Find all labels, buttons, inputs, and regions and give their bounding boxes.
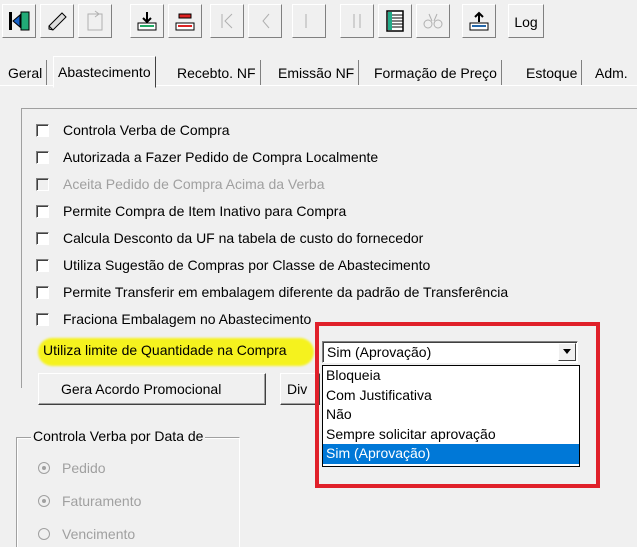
option-label: Fraciona Embalagem no Abastecimento xyxy=(63,311,312,327)
grid-icon xyxy=(386,10,404,32)
new-icon xyxy=(87,10,103,31)
radio-faturamento: Faturamento xyxy=(38,493,141,509)
option-label: Aceita Pedido de Compra Acima da Verba xyxy=(63,176,325,192)
option-label: Permite Compra de Item Inativo para Comp… xyxy=(63,203,347,219)
tab-recebto-nf[interactable]: Recebto. NF xyxy=(173,60,261,86)
last-icon xyxy=(353,14,361,28)
option-label: Permite Transferir em embalagem diferent… xyxy=(63,284,509,300)
checkbox[interactable] xyxy=(36,204,49,218)
checkbox[interactable] xyxy=(36,123,49,137)
option-label: Controla Verba de Compra xyxy=(63,122,230,138)
option-item-inativo[interactable]: Permite Compra de Item Inativo para Comp… xyxy=(36,200,346,222)
option-autorizada-pedido[interactable]: Autorizada a Fazer Pedido de Compra Loca… xyxy=(36,146,378,168)
next-icon xyxy=(305,14,307,28)
exit-button[interactable] xyxy=(2,4,36,38)
verba-date-group-title: Controla Verba por Data de xyxy=(31,428,206,444)
option-label: Autorizada a Fazer Pedido de Compra Loca… xyxy=(63,149,379,165)
checkbox[interactable] xyxy=(36,231,49,245)
radio-button xyxy=(38,462,50,474)
edit-icon xyxy=(48,12,67,31)
tab-abastecimento[interactable]: Abastecimento xyxy=(53,56,156,88)
first-icon xyxy=(221,13,233,29)
option-label: Utiliza Sugestão de Compras por Classe d… xyxy=(63,257,431,273)
exit-icon xyxy=(9,11,30,31)
limit-quantity-label: Utiliza limite de Quantidade na Compra xyxy=(43,342,287,358)
checkbox[interactable] xyxy=(36,312,49,326)
checkbox[interactable] xyxy=(36,285,49,299)
print-icon xyxy=(469,11,489,31)
next-record-button[interactable] xyxy=(292,4,326,38)
gera-acordo-button[interactable]: Gera Acordo Promocional xyxy=(38,373,266,405)
radio-label: Pedido xyxy=(62,460,106,476)
toolbar: Log xyxy=(0,0,637,46)
option-transferir-embalagem[interactable]: Permite Transferir em embalagem diferent… xyxy=(36,281,508,303)
binoculars-icon xyxy=(423,13,443,29)
delete-icon xyxy=(175,13,195,31)
checkbox xyxy=(36,177,49,191)
div-button[interactable]: Div xyxy=(280,373,320,405)
checkbox[interactable] xyxy=(36,258,49,272)
print-button[interactable] xyxy=(462,4,496,38)
log-button[interactable]: Log xyxy=(508,4,544,38)
new-button[interactable] xyxy=(78,4,112,38)
tab-geral[interactable]: Geral xyxy=(4,60,48,86)
prev-icon xyxy=(262,13,270,29)
edit-button[interactable] xyxy=(40,4,74,38)
option-label: Calcula Desconto da UF na tabela de cust… xyxy=(63,230,424,246)
search-button[interactable] xyxy=(416,4,450,38)
delete-button[interactable] xyxy=(168,4,202,38)
last-record-button[interactable] xyxy=(340,4,374,38)
log-label: Log xyxy=(514,14,538,30)
tab-strip: Geral Abastecimento Recebto. NF Emissão … xyxy=(0,56,637,88)
save-button[interactable] xyxy=(130,4,164,38)
option-fraciona-embalagem[interactable]: Fraciona Embalagem no Abastecimento xyxy=(36,308,311,330)
checkbox[interactable] xyxy=(36,150,49,164)
annotation-frame xyxy=(315,322,600,488)
radio-label: Faturamento xyxy=(62,493,142,509)
tab-estoque[interactable]: Estoque xyxy=(522,60,583,86)
tab-formacao-preco[interactable]: Formação de Preço xyxy=(370,60,502,86)
first-record-button[interactable] xyxy=(210,4,244,38)
prev-record-button[interactable] xyxy=(248,4,282,38)
save-icon xyxy=(137,12,157,31)
radio-button xyxy=(38,528,50,540)
tab-emissao-nf[interactable]: Emissão NF xyxy=(274,60,360,86)
grid-button[interactable] xyxy=(378,4,412,38)
radio-pedido: Pedido xyxy=(38,460,106,476)
option-aceita-pedido: Aceita Pedido de Compra Acima da Verba xyxy=(36,173,325,195)
tab-adm[interactable]: Adm. xyxy=(591,60,632,86)
option-desconto-uf[interactable]: Calcula Desconto da UF na tabela de cust… xyxy=(36,227,423,249)
option-controla-verba[interactable]: Controla Verba de Compra xyxy=(36,119,230,141)
radio-button xyxy=(38,495,50,507)
option-sugestao-compras[interactable]: Utiliza Sugestão de Compras por Classe d… xyxy=(36,254,430,276)
